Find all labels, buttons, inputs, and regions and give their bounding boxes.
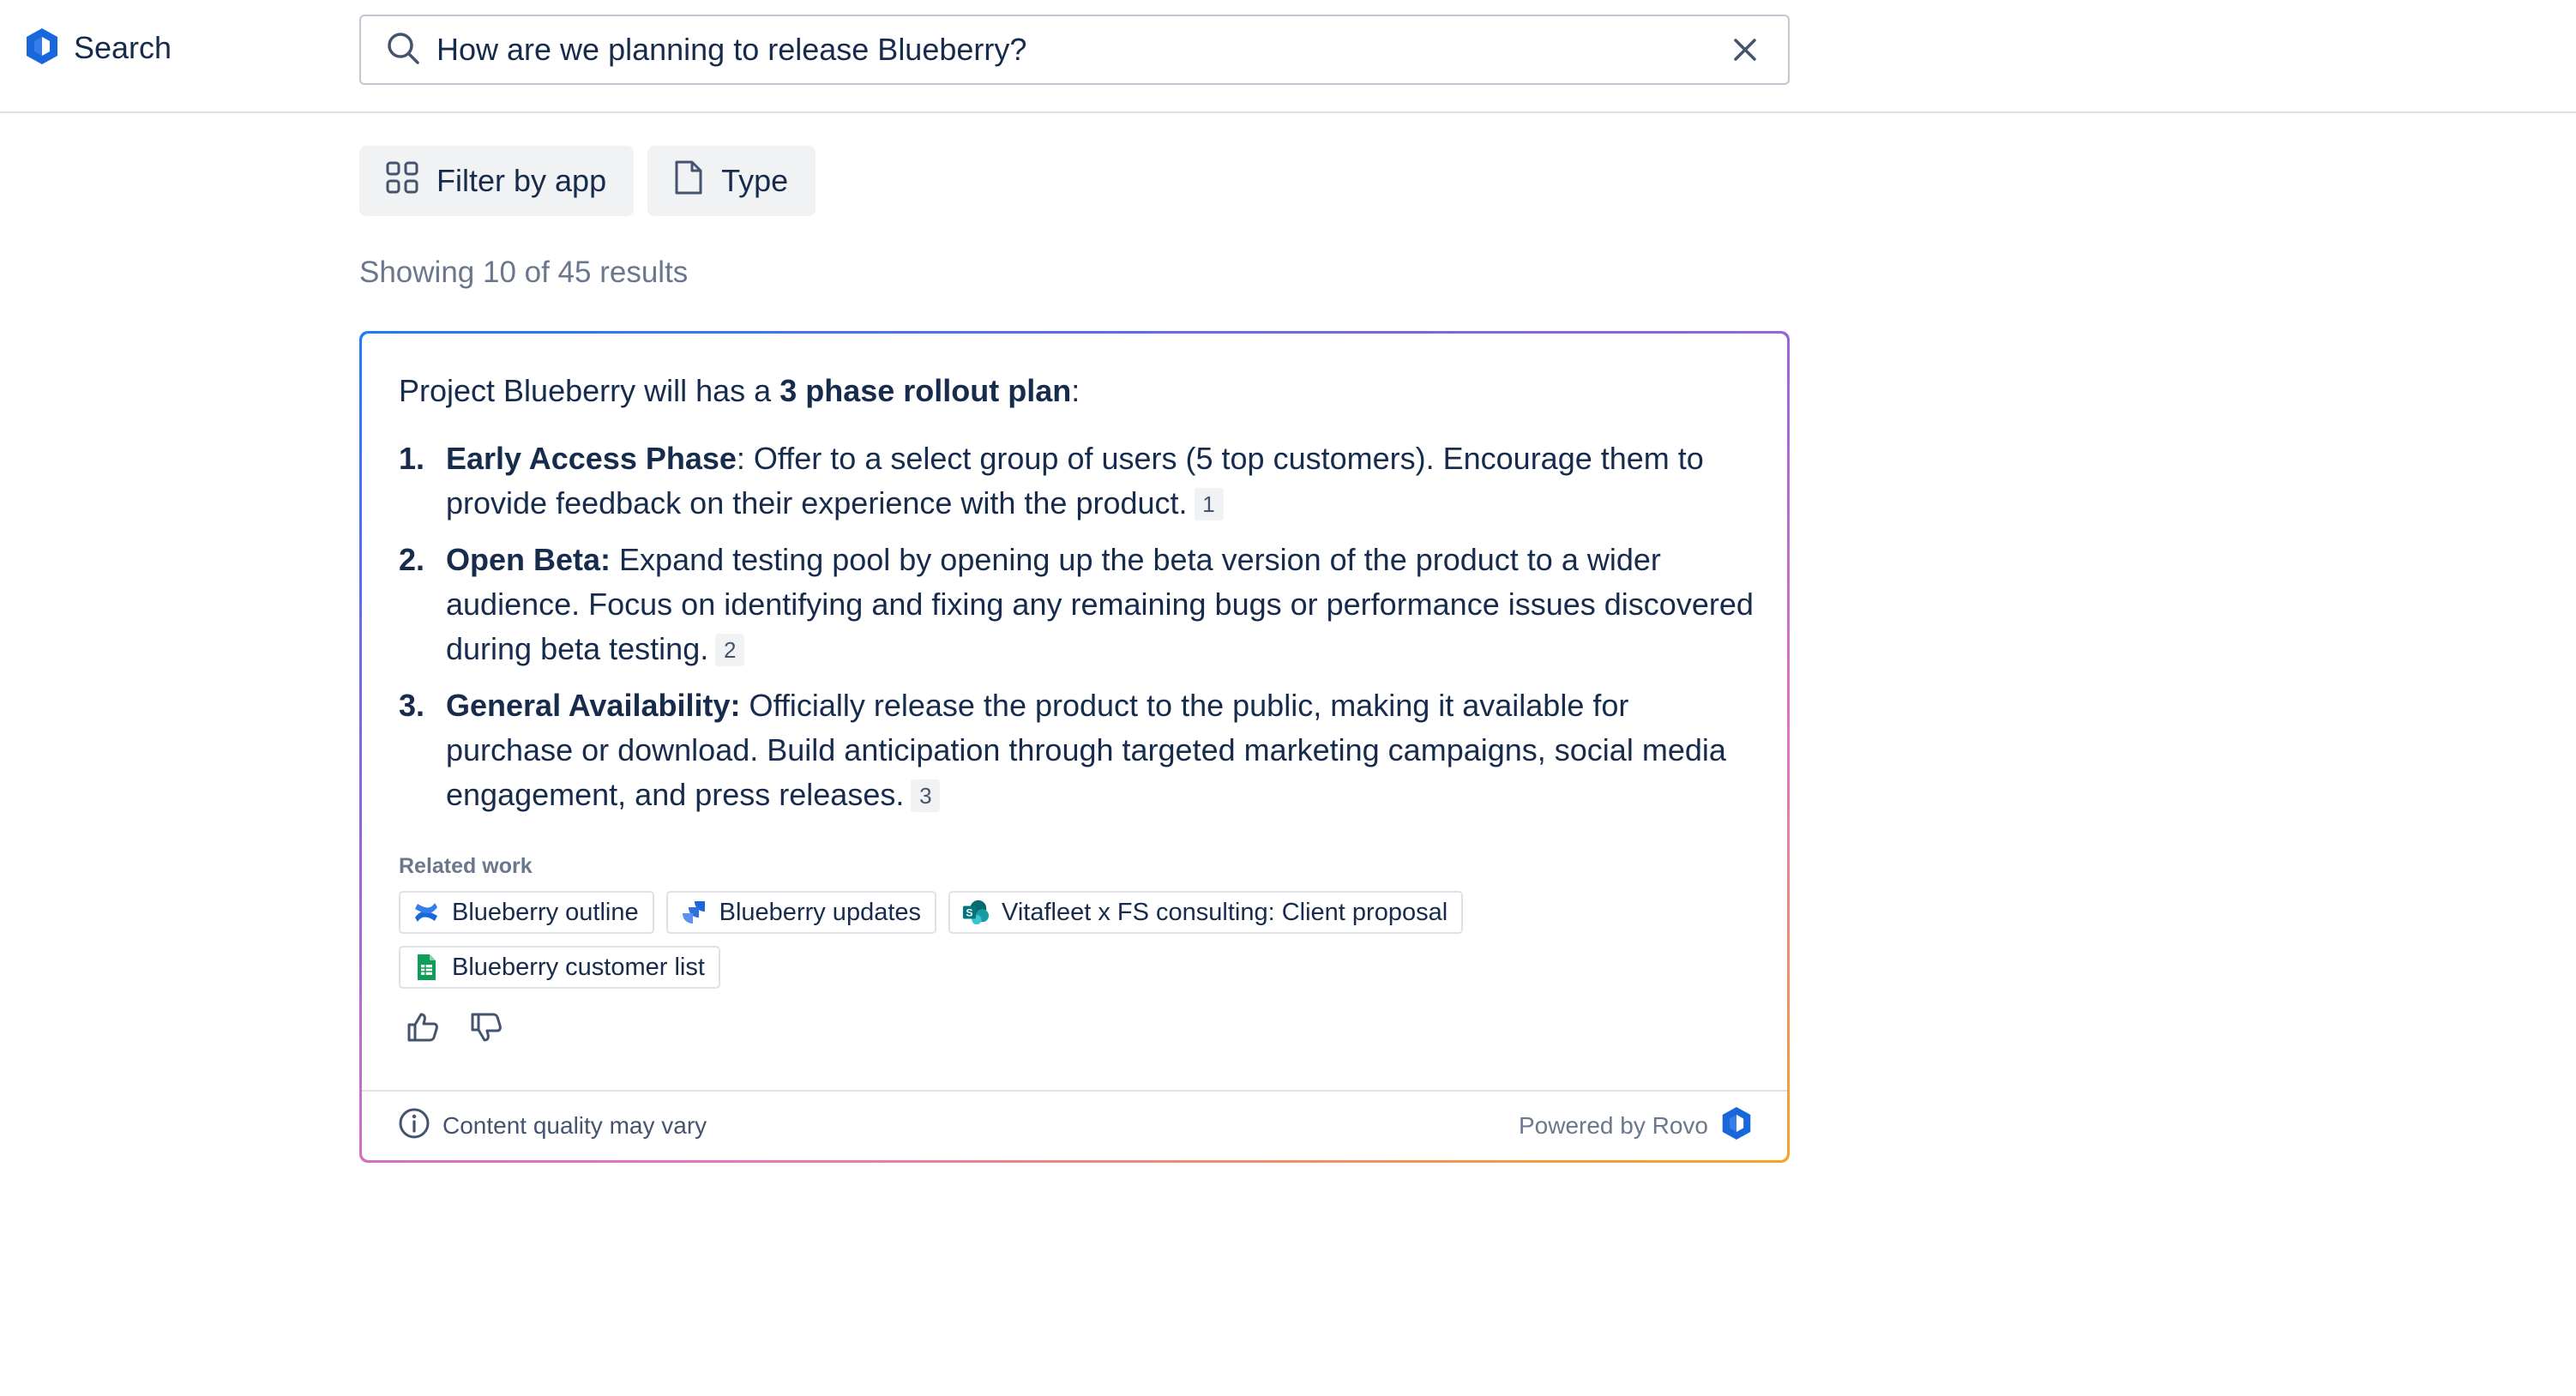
- search-input[interactable]: [436, 24, 1726, 75]
- related-chip-label: Blueberry customer list: [452, 953, 705, 981]
- phase-title: General Availability:: [446, 688, 741, 723]
- intro-text: Project Blueberry will has a: [399, 373, 780, 408]
- related-chip-vitafleet-proposal[interactable]: S Vitafleet x FS consulting: Client prop…: [948, 891, 1464, 934]
- citation-badge[interactable]: 2: [715, 634, 745, 666]
- close-icon: [1734, 39, 1756, 61]
- type-filter-button[interactable]: Type: [647, 146, 816, 216]
- related-chip-blueberry-customer-list[interactable]: Blueberry customer list: [399, 946, 720, 989]
- ai-answer-card: Project Blueberry will has a 3 phase rol…: [359, 331, 1790, 1163]
- related-chip-blueberry-updates[interactable]: Blueberry updates: [665, 891, 937, 934]
- rovo-logo-icon: [24, 27, 60, 70]
- related-chip-label: Vitafleet x FS consulting: Client propos…: [1002, 898, 1448, 926]
- powered-by-text: Powered by Rovo: [1518, 1112, 1708, 1139]
- quality-note-text: Content quality may vary: [442, 1112, 707, 1139]
- info-icon[interactable]: [398, 1107, 430, 1146]
- phase-title-suffix: [740, 688, 749, 723]
- results-count: Showing 10 of 45 results: [359, 256, 689, 289]
- filter-by-app-button[interactable]: Filter by app: [359, 146, 635, 216]
- related-chip-label: Blueberry updates: [719, 898, 922, 926]
- phase-list: 1. Early Access Phase: Offer to a select…: [399, 436, 1754, 829]
- citation-badge[interactable]: 1: [1194, 488, 1224, 520]
- phase-item: 1. Early Access Phase: Offer to a select…: [399, 436, 1754, 526]
- phase-title-suffix: [611, 542, 619, 577]
- phase-body: General Availability: Officially release…: [446, 683, 1754, 817]
- quality-note: Content quality may vary: [398, 1107, 707, 1146]
- related-chip-blueberry-outline[interactable]: Blueberry outline: [399, 891, 654, 934]
- ai-answer-body: Project Blueberry will has a 3 phase rol…: [362, 334, 1787, 1160]
- app-title: Search: [74, 30, 172, 65]
- thumbs-up-button[interactable]: [405, 1009, 441, 1045]
- svg-text:S: S: [966, 907, 972, 919]
- phase-number: 3.: [399, 688, 425, 723]
- top-bar: Search: [0, 0, 2576, 113]
- sharepoint-icon: S: [962, 899, 990, 926]
- phase-body: Open Beta: Expand testing pool by openin…: [446, 538, 1754, 671]
- search-icon: [385, 30, 421, 70]
- powered-by: Powered by Rovo: [1519, 1105, 1753, 1147]
- feedback-actions: [405, 1009, 504, 1045]
- thumbs-down-button[interactable]: [468, 1009, 504, 1045]
- answer-footer: Content quality may vary Powered by Rovo: [362, 1090, 1787, 1160]
- phase-body: Early Access Phase: Offer to a select gr…: [446, 436, 1754, 526]
- jira-icon: [680, 899, 707, 926]
- thumbs-down-icon: [471, 1013, 502, 1042]
- brand[interactable]: Search: [24, 27, 172, 69]
- phase-title-suffix: :: [736, 441, 754, 476]
- filter-bar: Filter by app Type: [359, 146, 816, 216]
- clear-search-button[interactable]: [1726, 31, 1764, 69]
- rovo-logo-icon: [1720, 1105, 1753, 1147]
- intro-highlight: 3 phase rollout plan: [779, 373, 1072, 408]
- document-icon: [673, 159, 704, 203]
- phase-text: Expand testing pool by opening up the be…: [446, 542, 1754, 666]
- phase-number: 2.: [399, 542, 425, 577]
- phase-item: 3. General Availability: Officially rele…: [399, 683, 1754, 817]
- citation-badge[interactable]: 3: [911, 779, 941, 812]
- filter-by-app-label: Filter by app: [436, 163, 607, 198]
- phase-title: Early Access Phase: [446, 441, 737, 476]
- answer-intro: Project Blueberry will has a 3 phase rol…: [399, 373, 1080, 409]
- thumbs-up-icon: [407, 1013, 438, 1042]
- intro-suffix: :: [1071, 373, 1080, 408]
- phase-title: Open Beta:: [446, 542, 611, 577]
- grid-icon: [385, 160, 419, 202]
- phase-item: 2. Open Beta: Expand testing pool by ope…: [399, 538, 1754, 671]
- type-filter-label: Type: [721, 163, 789, 198]
- phase-number: 1.: [399, 441, 425, 476]
- related-chip-label: Blueberry outline: [452, 898, 639, 926]
- related-work-label: Related work: [399, 854, 533, 878]
- confluence-icon: [412, 899, 440, 926]
- search-box[interactable]: [359, 15, 1790, 85]
- related-work-list: Blueberry outline Blueberry updates S Vi…: [399, 891, 1736, 989]
- google-sheets-icon: [412, 954, 440, 981]
